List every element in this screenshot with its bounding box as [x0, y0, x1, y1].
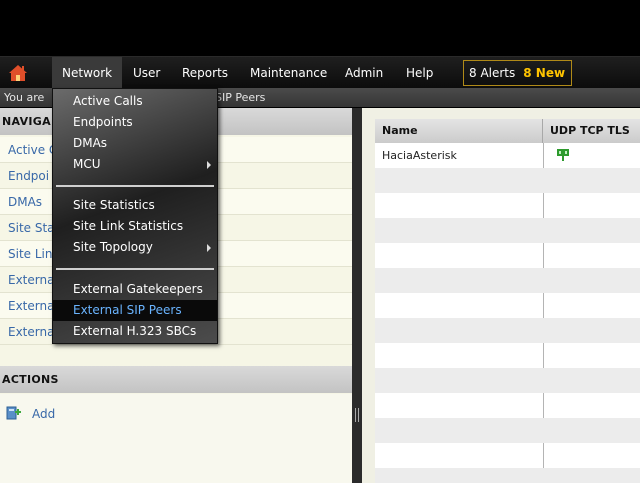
menu-item-site-statistics[interactable]: Site Statistics — [53, 195, 217, 216]
actions-panel: Add — [0, 394, 352, 483]
menu-item-site-link-statistics[interactable]: Site Link Statistics — [53, 216, 217, 237]
splitter-grip-icon[interactable] — [355, 408, 359, 422]
table-row — [375, 193, 640, 218]
nav-network[interactable]: Network — [52, 57, 123, 89]
menu-item-site-topology[interactable]: Site Topology — [53, 237, 217, 258]
add-action[interactable]: Add — [6, 404, 55, 424]
column-header-transport[interactable]: UDP TCP TLS — [543, 119, 640, 143]
network-plug-icon — [557, 149, 569, 161]
alerts-count: 8 Alerts — [469, 66, 516, 80]
chevron-right-icon — [207, 244, 211, 252]
top-navigation-bar: Network User Reports Maintenance Admin H… — [0, 56, 640, 89]
panel-splitter[interactable] — [352, 108, 362, 483]
menu-item-endpoints[interactable]: Endpoints — [53, 112, 217, 133]
table-row — [375, 393, 640, 418]
breadcrumb-prefix: You are — [4, 91, 45, 104]
menu-item-mcu[interactable]: MCU — [53, 154, 217, 175]
nav-maintenance[interactable]: Maintenance — [240, 57, 337, 89]
menu-item-external-sip-peers[interactable]: External SIP Peers — [53, 300, 217, 321]
table-row[interactable]: HaciaAsterisk — [375, 143, 640, 168]
alerts-indicator[interactable]: 8 Alerts 8 New — [463, 60, 572, 86]
table-row — [375, 443, 640, 468]
nav-reports[interactable]: Reports — [172, 57, 238, 89]
table-row — [375, 268, 640, 293]
table-row — [375, 318, 640, 343]
actions-header: ACTIONS — [0, 366, 352, 393]
nav-help[interactable]: Help — [396, 57, 443, 89]
table-row — [375, 418, 640, 443]
add-icon — [6, 406, 21, 420]
menu-item-external-gatekeepers[interactable]: External Gatekeepers — [53, 279, 217, 300]
nav-admin[interactable]: Admin — [335, 57, 393, 89]
menu-item-dmas[interactable]: DMAs — [53, 133, 217, 154]
right-panel: Name UDP TCP TLS HaciaAsterisk — [362, 108, 640, 483]
menu-item-active-calls[interactable]: Active Calls — [53, 91, 217, 112]
menu-separator — [56, 185, 214, 187]
add-label: Add — [32, 407, 56, 421]
table-row — [375, 218, 640, 243]
table-row — [375, 243, 640, 268]
home-icon[interactable] — [8, 64, 28, 82]
cell-name: HaciaAsterisk — [382, 149, 457, 162]
sip-peers-table: Name UDP TCP TLS HaciaAsterisk — [375, 119, 640, 483]
menu-item-label: Site Topology — [73, 240, 153, 254]
breadcrumb-current: SIP Peers — [215, 91, 266, 104]
table-row — [375, 168, 640, 193]
menu-item-label: MCU — [73, 157, 101, 171]
network-dropdown-menu: Active Calls Endpoints DMAs MCU Site Sta… — [52, 88, 218, 344]
chevron-right-icon — [207, 161, 211, 169]
table-row — [375, 343, 640, 368]
column-header-name[interactable]: Name — [375, 119, 543, 143]
table-row — [375, 293, 640, 318]
new-alerts-badge: 8 New — [523, 66, 566, 80]
table-row — [375, 468, 640, 483]
table-row — [375, 368, 640, 393]
menu-item-external-h323-sbcs[interactable]: External H.323 SBCs — [53, 321, 217, 342]
menu-separator — [56, 268, 214, 270]
nav-user[interactable]: User — [123, 57, 170, 89]
